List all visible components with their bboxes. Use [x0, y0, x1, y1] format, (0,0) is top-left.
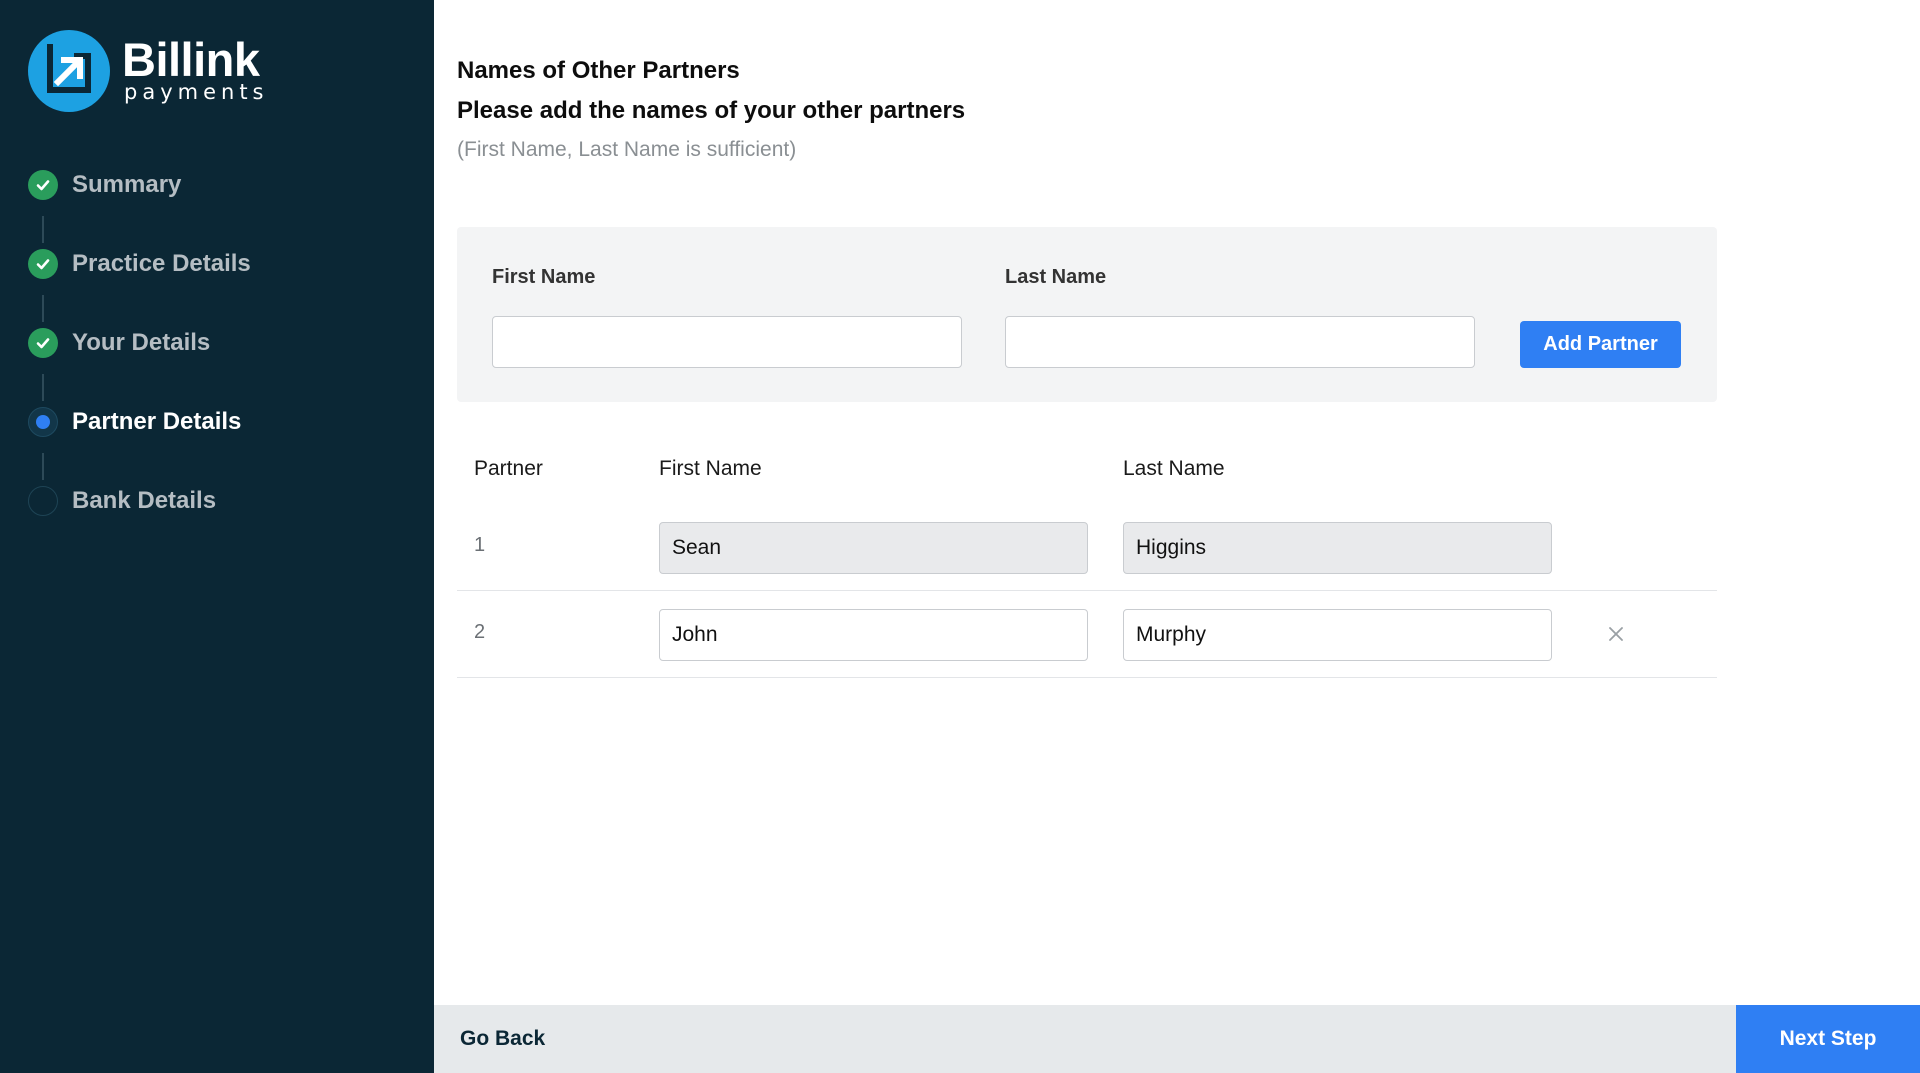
progress-steps: Summary Practice Details Your Details Pa…	[28, 170, 251, 565]
brand-logo: Billink payments	[28, 30, 269, 112]
add-partner-button[interactable]: Add Partner	[1520, 321, 1681, 368]
remove-partner-button[interactable]	[1601, 619, 1631, 649]
step-connector	[42, 216, 44, 243]
billink-logo-icon	[28, 30, 110, 112]
step-partner-details[interactable]: Partner Details	[28, 407, 251, 486]
page-hint: (First Name, Last Name is sufficient)	[457, 138, 797, 161]
footer-bar: Go Back Next Step	[434, 1005, 1920, 1073]
header-last-name: Last Name	[1123, 457, 1225, 480]
step-your-details[interactable]: Your Details	[28, 328, 251, 407]
header-partner: Partner	[474, 457, 543, 480]
brand-name: Billink	[122, 33, 260, 86]
check-circle-icon	[28, 328, 58, 358]
partner-last-name-field[interactable]	[1123, 609, 1552, 661]
pending-step-circle-icon	[28, 486, 58, 516]
step-label: Bank Details	[72, 487, 217, 514]
step-connector	[42, 295, 44, 322]
first-name-label: First Name	[492, 266, 596, 288]
step-connector	[42, 374, 44, 401]
check-circle-icon	[28, 249, 58, 279]
main-content: Names of Other Partners Please add the n…	[434, 0, 1920, 1005]
step-label: Practice Details	[72, 250, 251, 277]
partner-number: 1	[474, 534, 486, 556]
table-row: 2	[457, 591, 1717, 678]
close-icon	[1609, 627, 1623, 641]
step-connector	[42, 453, 44, 480]
header-first-name: First Name	[659, 457, 762, 480]
sidebar: Billink payments Summary Practice Detail…	[0, 0, 434, 1073]
page-subtitle: Please add the names of your other partn…	[457, 97, 966, 124]
step-label: Your Details	[72, 329, 211, 356]
page-title: Names of Other Partners	[457, 57, 740, 84]
step-summary[interactable]: Summary	[28, 170, 251, 249]
current-step-dot-icon	[28, 407, 58, 437]
step-practice-details[interactable]: Practice Details	[28, 249, 251, 328]
first-name-input[interactable]	[492, 316, 962, 368]
last-name-input[interactable]	[1005, 316, 1475, 368]
partner-first-name-field	[659, 522, 1088, 574]
last-name-label: Last Name	[1005, 266, 1107, 288]
go-back-button[interactable]: Go Back	[460, 1005, 545, 1073]
partner-number: 2	[474, 621, 486, 643]
add-partner-panel: First Name Last Name Add Partner	[457, 227, 1717, 402]
brand-tagline: payments	[124, 80, 269, 104]
next-step-button[interactable]: Next Step	[1736, 1005, 1920, 1073]
step-label: Partner Details	[72, 408, 242, 435]
step-bank-details[interactable]: Bank Details	[28, 486, 251, 565]
check-circle-icon	[28, 170, 58, 200]
partner-first-name-field[interactable]	[659, 609, 1088, 661]
partner-last-name-field	[1123, 522, 1552, 574]
step-label: Summary	[72, 171, 182, 198]
table-row: 1	[457, 504, 1717, 591]
